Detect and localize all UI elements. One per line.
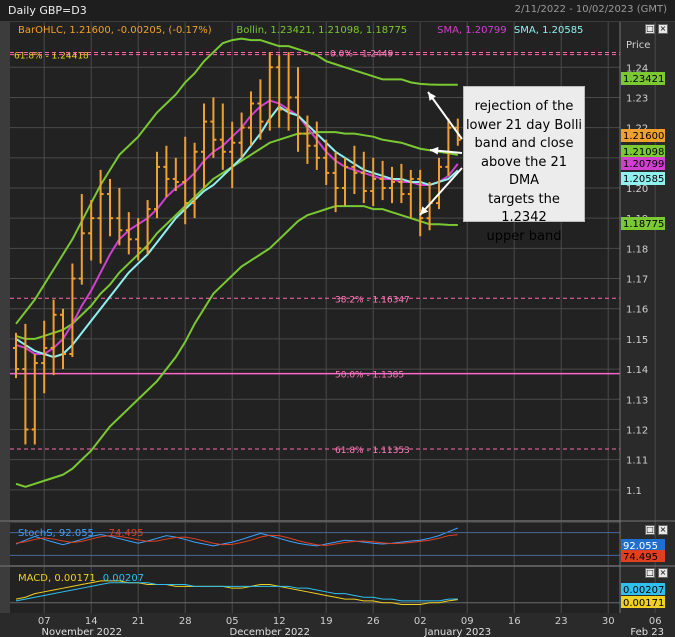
annotation-callout: rejection of the lower 21 day Bolli band… — [463, 86, 585, 244]
callout-line: targets the 1.2342 — [488, 191, 560, 226]
close-icon[interactable]: × — [658, 24, 668, 34]
fib-label: 38.2% - 1.16347 — [335, 295, 410, 305]
callout-line: band and close — [474, 136, 574, 151]
x-month-label: January 2023 — [424, 627, 492, 637]
stoch-legend: StochS, 92.055 — [18, 528, 94, 539]
y-tick-label: 1.11 — [626, 456, 648, 467]
x-tick-label: 21 — [132, 616, 145, 627]
y-tick-label: 1.12 — [626, 425, 648, 436]
close-icon[interactable]: × — [658, 568, 668, 578]
price-axis-label: Price — [626, 40, 650, 51]
x-tick-label: 05 — [226, 616, 239, 627]
stoch-pane-controls: □ × — [645, 525, 668, 535]
callout-line: rejection of the — [474, 99, 574, 114]
callout-line: above the 21 DMA — [480, 154, 567, 189]
maximize-icon[interactable]: □ — [645, 525, 655, 535]
x-tick-label: 14 — [85, 616, 98, 627]
y-tick-label: 1.18 — [626, 244, 648, 255]
legend-item: BarOHLC, 1.21600, -0.00205, (-0.17%) — [18, 25, 212, 36]
stoch-badge-text: 74.495 — [623, 552, 658, 563]
legend-item: Bollin, 1.23421, 1.21098, 1.18775 — [236, 25, 407, 36]
macd-legend: 0.00207 — [103, 573, 144, 584]
fib-label: 61.8% - 1.24418 — [14, 52, 89, 62]
y-tick-label: 1.15 — [626, 335, 648, 346]
y-tick-label: 1.23 — [626, 93, 648, 104]
price-badge-text: 1.21098 — [623, 147, 664, 158]
fib-label: 61.8% - 1.11353 — [335, 446, 410, 456]
x-tick-label: 09 — [461, 616, 474, 627]
macd-legend: MACD, 0.00171 — [18, 573, 96, 584]
callout-line: lower 21 day Bolli — [465, 117, 583, 133]
y-tick-label: 1.13 — [626, 395, 648, 406]
fib-label: 0.0% - 1.2449 — [330, 49, 394, 59]
y-tick-label: 1.17 — [626, 275, 648, 286]
x-tick-label: 28 — [179, 616, 192, 627]
x-tick-label: 07 — [38, 616, 51, 627]
macd-badge-text: 0.00171 — [623, 598, 664, 609]
legend-item: SMA, 1.20799 — [437, 25, 507, 36]
x-tick-label: 23 — [555, 616, 568, 627]
maximize-icon[interactable]: □ — [645, 24, 655, 34]
x-month-label: December 2022 — [230, 627, 310, 637]
fib-label: 50.0% - 1.1385 — [335, 371, 404, 381]
price-badge-text: 1.23421 — [623, 74, 664, 85]
y-tick-label: 1.20 — [626, 184, 648, 195]
x-tick-label: 30 — [602, 616, 615, 627]
price-badge-text: 1.20799 — [623, 159, 664, 170]
x-tick-label: 19 — [320, 616, 333, 627]
x-month-label: Feb 23 — [630, 627, 664, 637]
price-badge-text: 1.20585 — [623, 174, 664, 185]
x-tick-label: 02 — [414, 616, 427, 627]
macd-pane-controls: □ × — [645, 568, 668, 578]
y-tick-label: 1.1 — [626, 486, 642, 497]
price-badge-text: 1.21600 — [623, 131, 664, 142]
callout-line: upper band — [486, 228, 562, 244]
y-tick-label: 1.16 — [626, 305, 648, 316]
x-tick-label: 16 — [508, 616, 521, 627]
close-icon[interactable]: × — [658, 525, 668, 535]
maximize-icon[interactable]: □ — [645, 568, 655, 578]
stoch-legend: 74.495 — [109, 528, 144, 539]
x-tick-label: 26 — [367, 616, 380, 627]
x-tick-label: 12 — [273, 616, 286, 627]
price-badge-text: 1.18775 — [623, 219, 664, 230]
x-month-label: November 2022 — [41, 627, 122, 637]
y-tick-label: 1.14 — [626, 365, 648, 376]
x-tick-label: 06 — [649, 616, 662, 627]
macd-badge-text: 0.00207 — [623, 585, 664, 596]
legend-item: SMA, 1.20585 — [514, 25, 584, 36]
main-pane-controls: □ × — [645, 24, 668, 34]
